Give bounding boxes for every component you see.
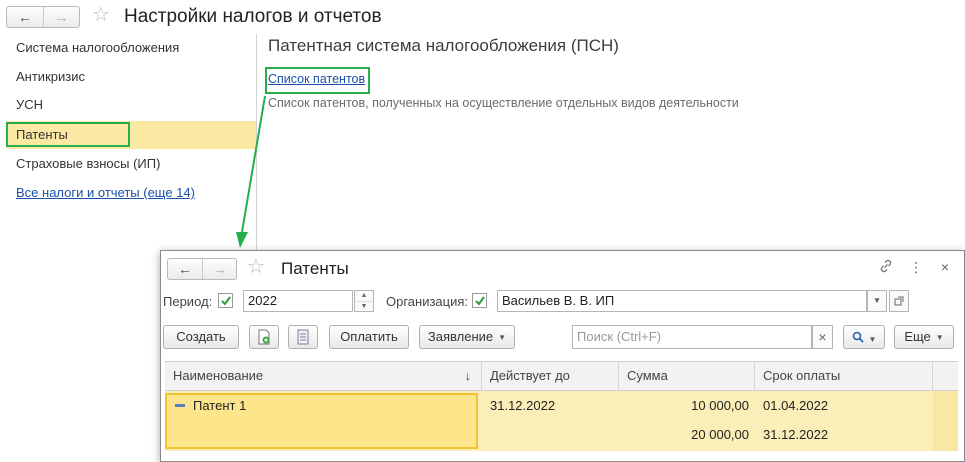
more-button-label: Еще (904, 329, 931, 344)
search-options-button[interactable]: ▼ (843, 325, 885, 349)
column-header-due[interactable]: Срок оплаты (755, 362, 933, 390)
application-button[interactable]: Заявление ▼ (419, 325, 515, 349)
main-window-header: ← → ☆ Настройки налогов и отчетов (0, 0, 965, 32)
section-title: Патентная система налогообложения (ПСН) (268, 36, 619, 55)
column-header-name[interactable]: Наименование ↓ (165, 362, 482, 390)
table-body: Патент 1 31.12.2022 10 000,00 01.04.2022… (165, 391, 958, 451)
create-button[interactable]: Создать (163, 325, 239, 349)
link-highlight-frame (265, 67, 370, 94)
clear-search-icon[interactable]: × (812, 325, 833, 349)
document-row-icon (175, 404, 185, 407)
sort-down-icon: ↓ (464, 368, 472, 383)
patents-highlight-frame (6, 122, 130, 147)
sidebar-item-insurance[interactable]: Страховые взносы (ИП) (7, 150, 256, 178)
row-name-text: Патент 1 (193, 398, 247, 413)
row-amount[interactable]: 10 000,00 (619, 391, 749, 421)
patents-window: ← → ☆ Патенты ⋮ × Период: 2022 ▲ ▼ Органи… (160, 250, 965, 462)
row-valid-until[interactable]: 31.12.2022 (490, 391, 555, 421)
period-label: Период: (163, 294, 213, 309)
link-icon[interactable] (877, 259, 895, 276)
column-header-amount[interactable]: Сумма (619, 362, 755, 390)
row2-due-date[interactable]: 31.12.2022 (763, 420, 828, 450)
popup-forward-icon[interactable]: → (202, 259, 236, 279)
list-settings-button[interactable] (288, 325, 318, 349)
period-checkbox[interactable] (218, 293, 233, 308)
nav-buttons: ← → (6, 6, 80, 28)
organization-checkbox[interactable] (472, 293, 487, 308)
favorite-star-icon[interactable]: ☆ (92, 5, 110, 25)
period-spinner[interactable]: ▲ ▼ (354, 290, 374, 312)
row2-amount[interactable]: 20 000,00 (619, 420, 749, 450)
row-due-date[interactable]: 01.04.2022 (763, 391, 828, 421)
chevron-down-icon: ▼ (868, 335, 877, 344)
period-input[interactable]: 2022 (243, 290, 353, 312)
window-title: Настройки налогов и отчетов (124, 6, 382, 27)
chevron-down-icon: ▼ (935, 333, 944, 342)
sidebar-item-tax-system[interactable]: Система налогообложения (7, 34, 256, 62)
popup-back-icon[interactable]: ← (168, 259, 202, 279)
table-filler (933, 391, 958, 451)
table-header: Наименование ↓ Действует до Сумма Срок о… (165, 361, 958, 391)
application-button-label: Заявление (427, 329, 494, 344)
more-button[interactable]: Еще ▼ (894, 325, 954, 349)
patent-list-description: Список патентов, полученных на осуществл… (268, 96, 739, 110)
popup-favorite-star-icon[interactable]: ☆ (247, 257, 265, 277)
pay-button[interactable]: Оплатить (329, 325, 409, 349)
search-input[interactable]: Поиск (Ctrl+F) (572, 325, 812, 349)
column-header-valid-until[interactable]: Действует до (482, 362, 619, 390)
column-name-label: Наименование (173, 368, 264, 383)
table-row-name[interactable]: Патент 1 (175, 391, 246, 421)
back-icon[interactable]: ← (7, 7, 43, 27)
organization-dropdown-icon[interactable]: ▼ (867, 290, 887, 312)
sidebar-item-usn[interactable]: УСН (7, 91, 256, 119)
create-copy-button[interactable] (249, 325, 279, 349)
organization-input[interactable]: Васильев В. В. ИП (497, 290, 867, 312)
popup-nav-buttons: ← → (167, 258, 237, 280)
all-taxes-link[interactable]: Все налоги и отчеты (еще 14) (16, 185, 195, 200)
chevron-down-icon: ▼ (498, 333, 507, 342)
sidebar-item-anticrisis[interactable]: Антикризис (7, 63, 256, 91)
more-vertical-icon[interactable]: ⋮ (907, 259, 925, 276)
close-icon[interactable]: × (936, 259, 954, 275)
patents-window-header: ← → ☆ Патенты ⋮ × (161, 251, 964, 285)
organization-label: Организация: (386, 294, 469, 309)
forward-icon[interactable]: → (43, 7, 79, 27)
organization-open-icon[interactable] (889, 290, 909, 312)
sidebar-all-link-wrap: Все налоги и отчеты (еще 14) (7, 179, 256, 207)
popup-title: Патенты (281, 259, 349, 278)
